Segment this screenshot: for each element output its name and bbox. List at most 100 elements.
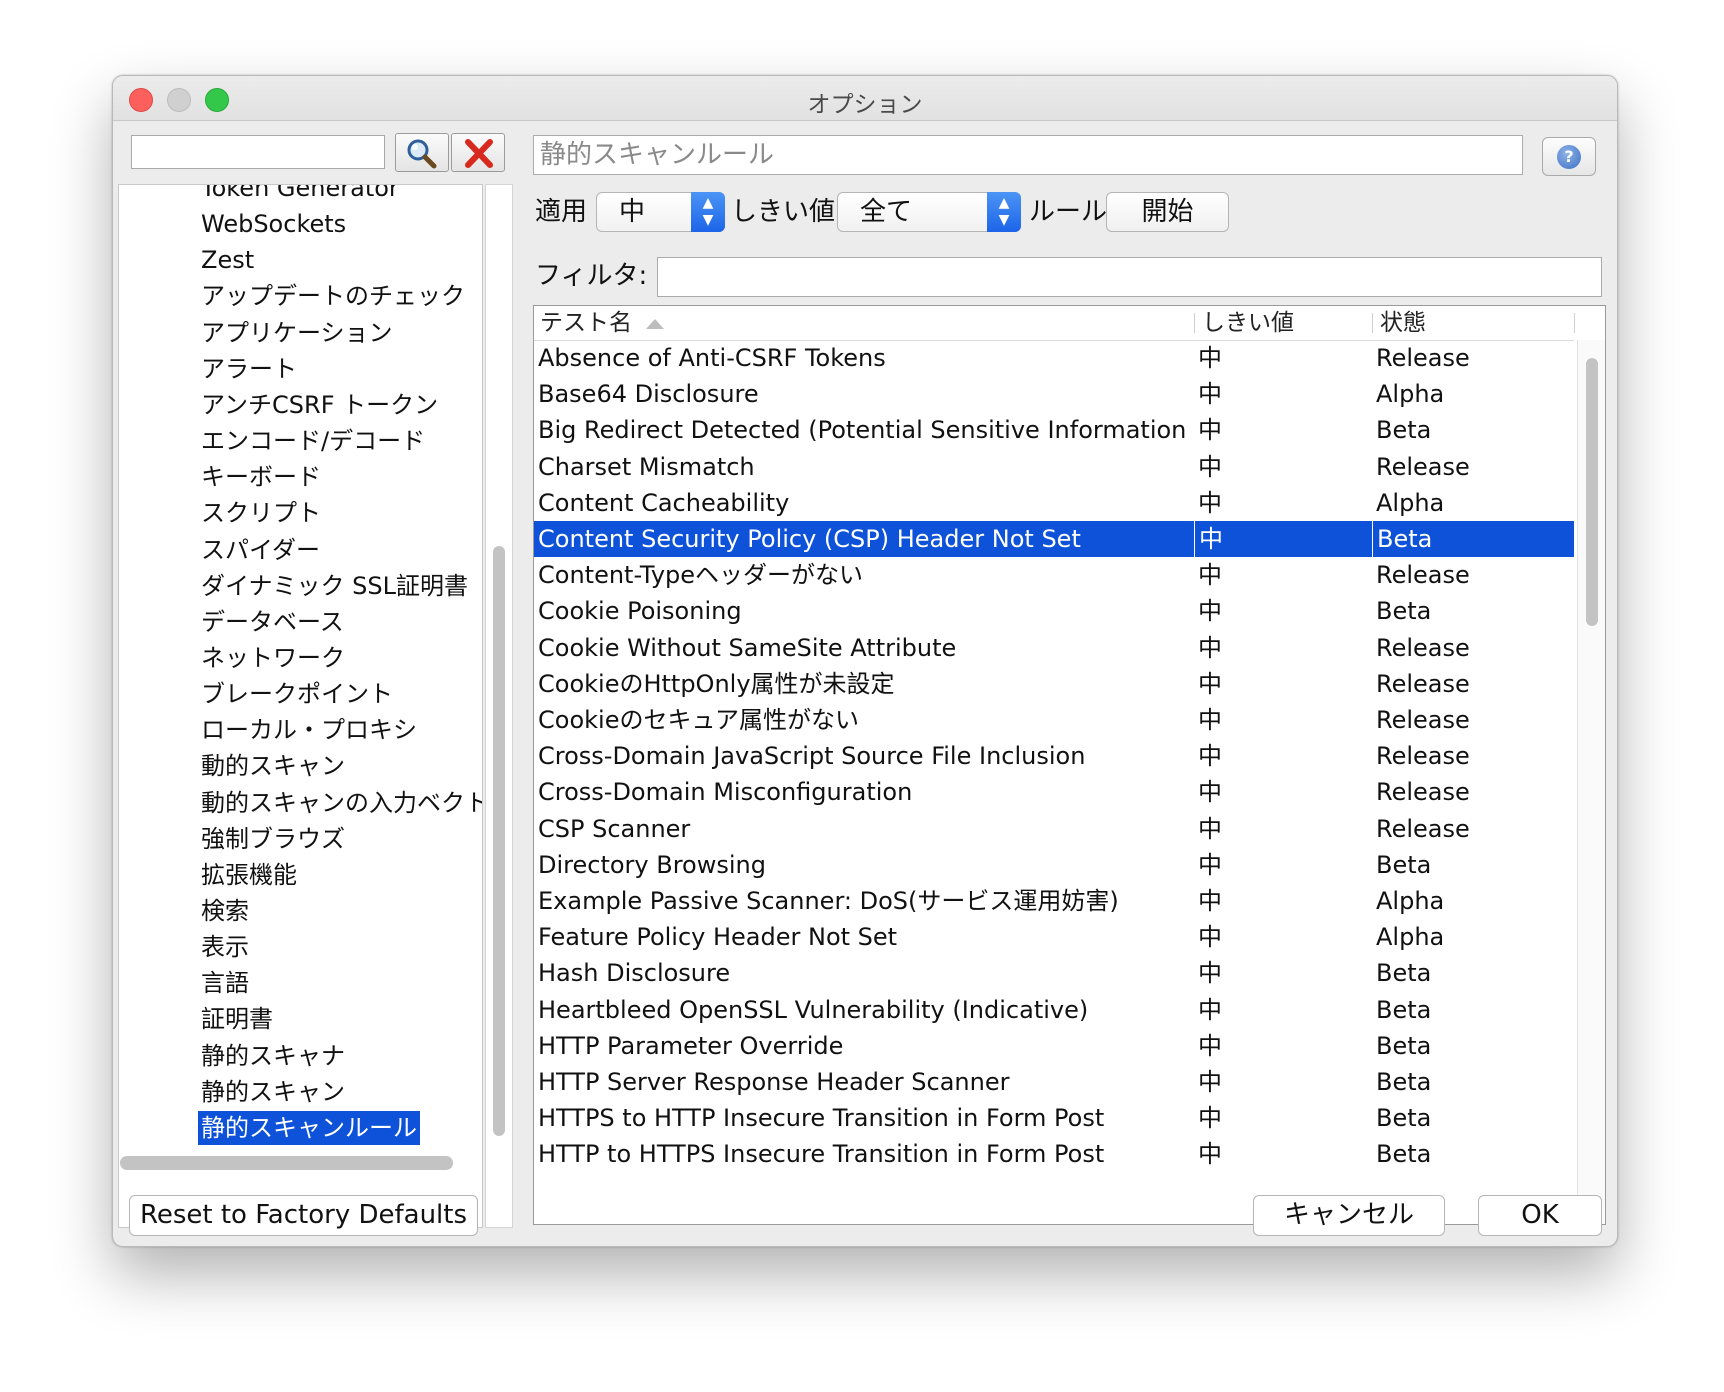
table-vertical-scrollbar[interactable] [1586,358,1598,626]
table-row[interactable]: CookieのHttpOnly属性が未設定 中 Release [534,666,1574,702]
tree-item[interactable]: ダイナミック SSL証明書 [198,569,471,603]
table-row[interactable]: HTTP Server Response Header Scanner 中 Beta [534,1064,1574,1100]
cell-status: Release [1376,778,1470,807]
cancel-button[interactable]: キャンセル [1253,1195,1445,1236]
column-divider[interactable] [1194,313,1195,333]
cell-threshold: 中 [1198,959,1222,988]
table-row[interactable]: HTTP to HTTPS Insecure Transition in For… [534,1136,1574,1172]
cell-threshold: 中 [1198,633,1222,662]
cell-status: Beta [1376,1140,1432,1169]
title-bar: オプション [113,76,1617,121]
column-header-status[interactable]: 状態 [1374,306,1574,340]
table-row[interactable]: Content Cacheability 中 Alpha [534,485,1574,521]
cell-threshold: 中 [1198,1068,1222,1096]
cell-threshold: 中 [1198,380,1222,409]
table-row[interactable]: HTTPS to HTTP Insecure Transition in For… [534,1100,1574,1136]
tree-search-input[interactable] [131,135,385,169]
options-tree: Token Generator WebSockets Zest アップデートのチェック… [118,184,483,1228]
tree-item[interactable]: アプリケーション [198,316,396,350]
table-row[interactable]: Big Redirect Detected (Potential Sensiti… [534,412,1574,448]
tree-item[interactable]: 静的スキャン [198,1075,348,1109]
filter-input[interactable] [657,257,1602,297]
tree-item[interactable]: アラート [198,352,300,386]
cell-test-name: Big Redirect Detected (Potential Sensiti… [538,416,1194,445]
table-row[interactable]: Hash Disclosure 中 Beta [534,955,1574,991]
threshold-select[interactable]: 全て ▲ ▼ [837,192,1021,232]
tree-item[interactable]: アンチCSRF トークン [198,388,441,422]
cell-test-name: Cookie Poisoning [538,597,742,626]
tree-item[interactable]: 強制ブラウズ [198,822,348,856]
tree-item[interactable]: 言語 [198,966,252,1000]
cell-threshold: 中 [1198,452,1222,481]
cell-threshold: 中 [1198,1140,1222,1169]
table-row[interactable]: Base64 Disclosure 中 Alpha [534,376,1574,412]
table-row[interactable]: Content Security Policy (CSP) Header Not… [534,521,1574,557]
cell-test-name: Cookie Without SameSite Attribute [538,633,957,662]
tree-item[interactable]: スクリプト [198,496,324,530]
chevron-updown-icon: ▲ ▼ [987,192,1021,232]
help-button[interactable]: ? [1542,137,1596,176]
table-row[interactable]: Absence of Anti-CSRF Tokens 中 Release [534,340,1574,376]
cell-threshold: 中 [1198,561,1222,590]
start-button[interactable]: 開始 [1106,192,1229,232]
tree-item[interactable]: エンコード/デコード [198,424,428,458]
cell-threshold: 中 [1198,995,1222,1024]
tree-item[interactable]: キーボード [198,460,324,494]
tree-item[interactable]: ネットワーク [198,641,348,675]
table-row[interactable]: Cross-Domain Misconfiguration 中 Release [534,774,1574,810]
table-row[interactable]: HTTP Parameter Override 中 Beta [534,1028,1574,1064]
cell-test-name: Cross-Domain JavaScript Source File Incl… [538,742,1086,771]
cell-status: Release [1376,452,1470,481]
cell-test-name: Charset Mismatch [538,452,755,481]
tree-item[interactable]: WebSockets [198,207,349,241]
table-row[interactable]: Directory Browsing 中 Beta [534,847,1574,883]
tree-item[interactable]: 表示 [198,930,252,964]
table-row[interactable]: Cookie Poisoning 中 Beta [534,593,1574,629]
tree-item[interactable]: 検索 [198,894,252,928]
tree-item[interactable]: Token Generator [198,185,402,205]
tree-item[interactable]: Zest [198,243,257,277]
cell-test-name: CSP Scanner [538,814,691,843]
tree-item[interactable]: 証明書 [198,1002,276,1036]
table-row[interactable]: Heartbleed OpenSSL Vulnerability (Indica… [534,992,1574,1028]
filter-label: フィルタ: [535,261,648,291]
table-row[interactable]: Cookie Without SameSite Attribute 中 Releas… [534,630,1574,666]
cell-status: Release [1376,344,1470,372]
tree-item[interactable]: 動的スキャン [198,749,348,783]
tree-item[interactable]: 動的スキャンの入力ベクト [198,786,482,820]
cell-status: Release [1376,706,1470,734]
tree-item[interactable]: 拡張機能 [198,858,300,892]
cell-status: Beta [1376,597,1432,626]
table-row[interactable]: Example Passive Scanner: DoS(サービス運用妨害) 中 A… [534,883,1574,919]
column-header-test-name[interactable]: テスト名 [534,306,1194,340]
cell-test-name: Content-Typeヘッダーがない [538,561,864,590]
tree-vertical-scrollbar[interactable] [493,546,505,1136]
tree-horizontal-scrollbar[interactable] [120,1156,453,1170]
ok-button[interactable]: OK [1478,1195,1602,1236]
tree-search-button[interactable] [395,133,449,172]
cell-threshold: 中 [1198,669,1222,698]
table-row[interactable]: Cookieのセキュア属性がない 中 Release [534,702,1574,738]
cell-status: Beta [1376,1031,1432,1060]
apply-level-select[interactable]: 中 ▲ ▼ [596,192,725,232]
tree-item[interactable]: ローカル・プロキシ [198,713,420,747]
table-row[interactable]: Content-Typeヘッダーがない 中 Release [534,557,1574,593]
tree-item[interactable]: アップデートのチェック [198,279,468,313]
tree-item[interactable]: スパイダー [198,533,323,567]
column-divider[interactable] [1574,313,1575,333]
tree-clear-button[interactable] [451,133,505,172]
tree-item[interactable]: データベース [198,605,347,639]
table-row[interactable]: Charset Mismatch 中 Release [534,449,1574,485]
column-header-threshold[interactable]: しきい値 [1196,306,1372,340]
cell-status: Alpha [1376,488,1445,517]
tree-item[interactable]: ブレークポイント [198,677,396,711]
tree-item[interactable]: 静的スキャナ [198,1039,348,1073]
table-row[interactable]: CSP Scanner 中 Release [534,811,1574,847]
cell-status: Beta [1376,995,1432,1024]
column-divider[interactable] [1372,313,1373,333]
cell-test-name: HTTP to HTTPS Insecure Transition in For… [538,1140,1105,1169]
table-row[interactable]: Cross-Domain JavaScript Source File Incl… [534,738,1574,774]
table-row[interactable]: Feature Policy Header Not Set 中 Alpha [534,919,1574,955]
tree-item[interactable]: 静的スキャンルール [198,1110,420,1145]
reset-to-defaults-button[interactable]: Reset to Factory Defaults [129,1195,478,1236]
